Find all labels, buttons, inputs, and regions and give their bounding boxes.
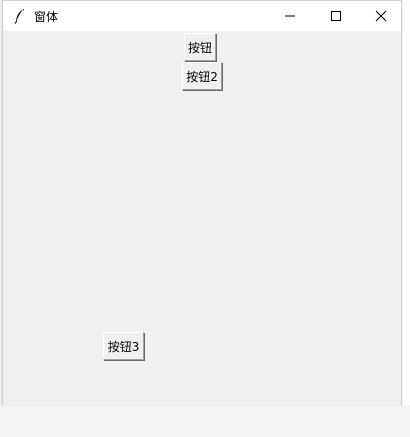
window-client-area: 按钮 按钮2 按钮3 [3,31,401,406]
window-title: 窗体 [34,9,59,24]
button-1[interactable]: 按钮 [184,33,216,61]
button-2[interactable]: 按钮2 [182,62,222,90]
minimize-button[interactable] [267,1,313,31]
maximize-button[interactable] [313,1,359,31]
close-button[interactable] [358,1,404,31]
background-window-edge [402,0,410,437]
title-bar[interactable]: 窗体 [3,1,401,31]
close-icon [375,7,387,26]
maximize-icon [330,7,342,26]
button-3[interactable]: 按钮3 [103,332,144,360]
feather-icon [12,8,28,24]
minimize-icon [284,7,296,26]
tk-window: 窗体 按钮 按钮2 按钮3 [2,0,402,406]
background-window-bottom [0,405,410,437]
